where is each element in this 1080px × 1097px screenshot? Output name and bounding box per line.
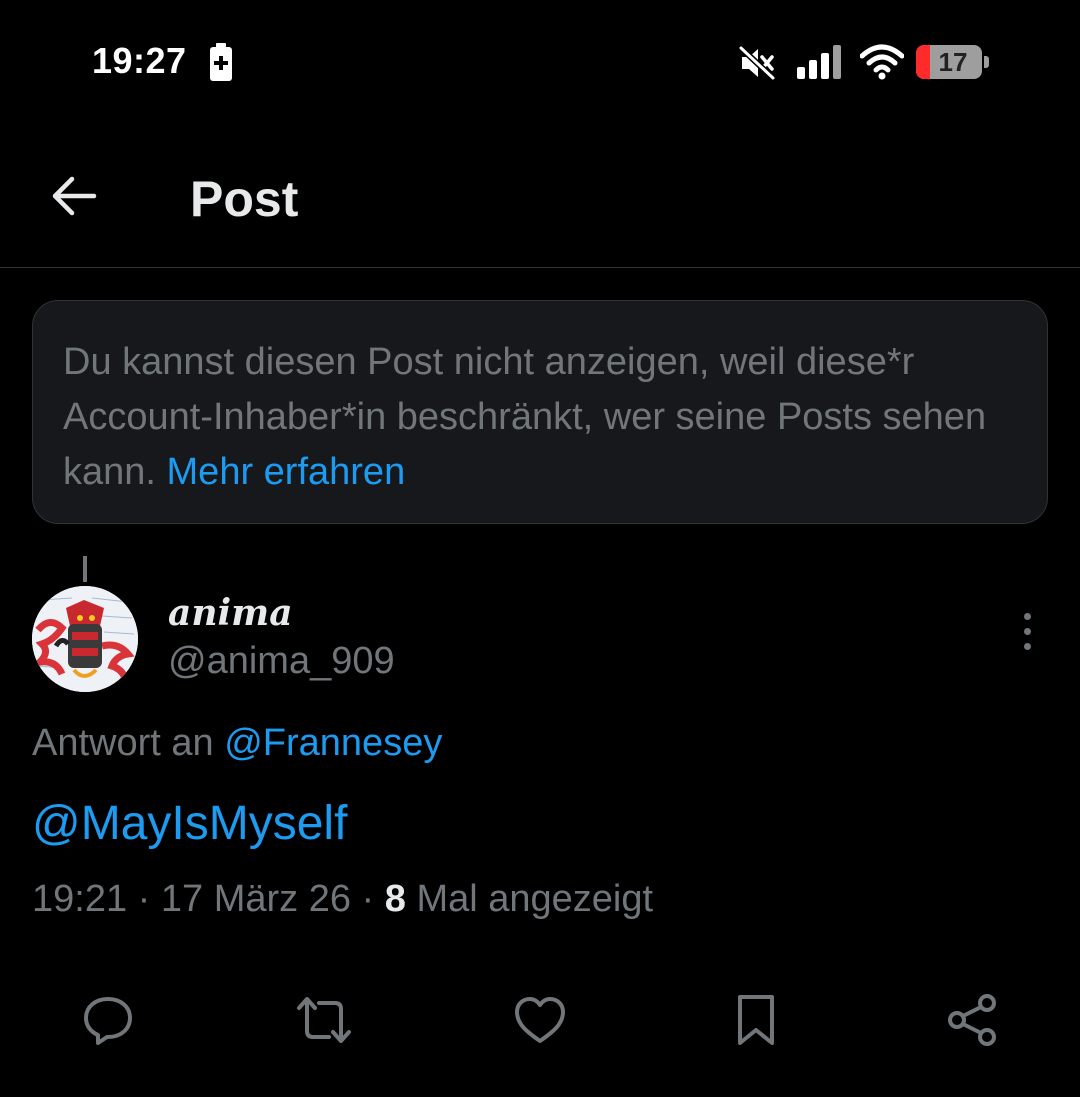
- repost-button[interactable]: [294, 990, 354, 1050]
- views-count: 8: [384, 878, 406, 920]
- back-button[interactable]: [44, 168, 104, 224]
- battery-charging-icon: [208, 43, 234, 81]
- reply-button[interactable]: [78, 990, 138, 1050]
- like-button[interactable]: [510, 990, 570, 1050]
- more-dot: [1023, 612, 1031, 620]
- post-time: 19:21: [32, 878, 128, 920]
- share-icon: [948, 994, 996, 1046]
- more-dot: [1023, 642, 1031, 650]
- notice-text: Du kannst diesen Post nicht anzeigen, we…: [63, 335, 1017, 500]
- mute-icon: [738, 45, 776, 81]
- status-time: 19:27: [92, 40, 187, 81]
- learn-more-link[interactable]: Mehr erfahren: [167, 451, 406, 493]
- post-date: 17 März 26: [160, 878, 351, 920]
- more-options-button[interactable]: [1004, 606, 1050, 656]
- restricted-post-notice: Du kannst diesen Post nicht anzeigen, we…: [32, 300, 1048, 524]
- like-icon: [515, 997, 565, 1043]
- status-bar: 19:27 17: [0, 0, 1080, 120]
- arrow-left-icon: [52, 176, 97, 216]
- reply-to-mention[interactable]: @Frannesey: [224, 722, 442, 764]
- reply-context: Antwort an @Frannesey: [32, 722, 442, 765]
- reply-icon: [84, 997, 132, 1045]
- display-name[interactable]: anima: [168, 592, 293, 634]
- header: Post: [0, 140, 1080, 268]
- user-handle[interactable]: @anima_909: [168, 640, 395, 683]
- share-button[interactable]: [942, 990, 1002, 1050]
- thread-line: [83, 556, 87, 582]
- post-text[interactable]: @MayIsMyself: [32, 796, 347, 851]
- battery-icon: 17: [916, 45, 990, 79]
- repost-icon: [297, 997, 351, 1043]
- avatar[interactable]: [32, 586, 138, 692]
- battery-level: 17: [938, 47, 968, 77]
- wifi-icon: [859, 44, 905, 80]
- views-label: Mal angezeigt: [416, 878, 654, 920]
- signal-icon: [796, 45, 844, 79]
- bookmark-button[interactable]: [726, 990, 786, 1050]
- meta-separator: ·: [137, 878, 151, 920]
- meta-separator: ·: [361, 878, 375, 920]
- page-title: Post: [190, 171, 299, 227]
- more-dot: [1023, 627, 1031, 635]
- post-meta: 19:21 · 17 März 26 · 8 Mal angezeigt: [32, 878, 653, 921]
- action-bar: [0, 990, 1080, 1054]
- reply-prefix: Antwort an: [32, 722, 214, 764]
- bookmark-icon: [738, 995, 774, 1045]
